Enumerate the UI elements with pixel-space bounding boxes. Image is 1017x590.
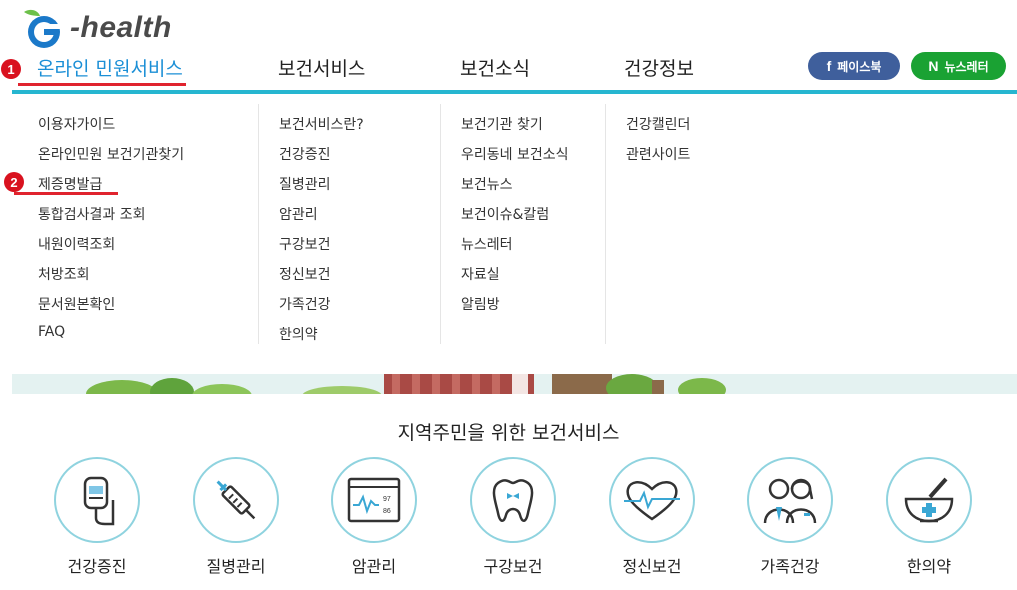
monitor-value-1: 97 [383, 496, 391, 503]
tooth-icon [492, 479, 534, 522]
menu-item[interactable]: 온라인민원 보건기관찾기 [38, 144, 184, 164]
service-label: 암관리 [351, 557, 397, 576]
service-oral-health[interactable]: 구강보건 [470, 457, 556, 577]
menu-item[interactable]: 알림방 [461, 294, 500, 314]
menu-item[interactable]: 질병관리 [279, 174, 331, 194]
selected-item-underline [14, 192, 118, 195]
gnb-online-civil-service[interactable]: 온라인 민원서비스 [37, 54, 183, 81]
service-label: 질병관리 [206, 557, 266, 576]
service-label: 한의약 [906, 557, 952, 576]
menu-column-info: 건강캘린더관련사이트 [606, 104, 786, 344]
service-cancer-care[interactable]: 97 86 암관리 [331, 457, 417, 577]
menu-item[interactable]: 보건뉴스 [461, 174, 513, 194]
menu-item[interactable]: 이용자가이드 [38, 114, 115, 134]
menu-item[interactable]: 제증명발급 [38, 174, 102, 194]
family-icon [763, 478, 817, 524]
service-label: 건강증진 [67, 557, 127, 576]
marker-2: 2 [4, 172, 24, 192]
menu-item[interactable]: 가족건강 [279, 294, 331, 314]
menu-item[interactable]: 우리동네 보건소식 [461, 144, 569, 164]
menu-item[interactable]: 보건이슈&칼럼 [461, 204, 549, 224]
active-menu-underline [18, 83, 186, 86]
menu-item[interactable]: 한의약 [279, 324, 318, 344]
menu-column-news: 보건기관 찾기우리동네 보건소식보건뉴스보건이슈&칼럼뉴스레터자료실알림방 [441, 104, 606, 344]
facebook-icon: f [826, 58, 832, 74]
menu-item[interactable]: 관련사이트 [626, 144, 690, 164]
gnb-health-service[interactable]: 보건서비스 [278, 54, 365, 81]
logo-text: -health [70, 11, 172, 44]
marker-1: 1 [1, 59, 21, 79]
newsletter-label: 뉴스레터 [944, 59, 989, 74]
nav-divider-bar [12, 90, 1017, 94]
newsletter-button[interactable]: N 뉴스레터 [911, 52, 1006, 80]
menu-item[interactable]: 자료실 [461, 264, 500, 284]
menu-item[interactable]: 문서원본확인 [38, 294, 115, 314]
heart-pulse-icon [624, 481, 680, 521]
service-oriental-medicine[interactable]: 한의약 [886, 457, 972, 577]
menu-item[interactable]: 암관리 [279, 204, 318, 224]
gnb-health-info[interactable]: 건강정보 [624, 54, 694, 81]
menu-item[interactable]: 내원이력조회 [38, 234, 115, 254]
service-label: 구강보건 [483, 557, 543, 576]
menu-item[interactable]: 처방조회 [38, 264, 90, 284]
banner-image [12, 374, 1017, 394]
service-family-health[interactable]: 가족건강 [747, 457, 833, 577]
services-title: 지역주민을 위한 보건서비스 [397, 422, 620, 444]
service-disease-control[interactable]: 질병관리 [193, 457, 279, 577]
menu-item[interactable]: 건강캘린더 [626, 114, 690, 134]
facebook-label: 페이스북 [837, 59, 882, 74]
syringe-icon [216, 480, 256, 520]
service-label: 가족건강 [760, 557, 820, 576]
g-logo-icon [16, 6, 68, 50]
mortar-pestle-icon [904, 477, 954, 523]
iv-drip-icon [83, 476, 115, 526]
menu-item[interactable]: 건강증진 [279, 144, 331, 164]
service-mental-health[interactable]: 정신보건 [609, 457, 695, 577]
naver-icon: N [928, 58, 939, 74]
menu-item[interactable]: 구강보건 [279, 234, 331, 254]
service-health-promotion[interactable]: 건강증진 [54, 457, 140, 577]
menu-column-service: 보건서비스란? 건강증진질병관리암관리구강보건정신보건가족건강한의약 [259, 104, 441, 344]
menu-item[interactable]: 보건서비스란? [279, 114, 364, 134]
menu-item[interactable]: 정신보건 [279, 264, 331, 284]
service-label: 정신보건 [622, 557, 682, 576]
gnb-health-news[interactable]: 보건소식 [460, 54, 530, 81]
facebook-button[interactable]: f 페이스북 [808, 52, 900, 80]
menu-item[interactable]: 뉴스레터 [461, 234, 513, 254]
site-logo[interactable]: -health [16, 6, 172, 50]
menu-item[interactable]: 통합검사결과 조회 [38, 204, 146, 224]
monitor-chart-icon: 97 86 [347, 477, 401, 523]
menu-item[interactable]: 보건기관 찾기 [461, 114, 543, 134]
menu-column-online: 이용자가이드온라인민원 보건기관찾기제증명발급통합검사결과 조회내원이력조회처방… [18, 104, 259, 344]
monitor-value-2: 86 [383, 508, 391, 515]
menu-item[interactable]: FAQ [38, 324, 65, 340]
